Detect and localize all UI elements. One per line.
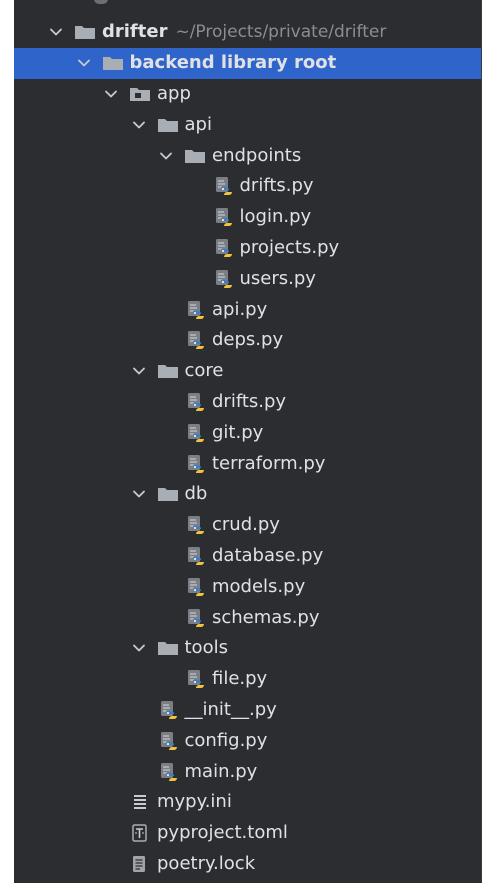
python-file-icon — [212, 237, 234, 259]
python-file-icon — [157, 761, 179, 783]
tree-item-label: endpoints — [212, 144, 302, 166]
chevron-down-icon[interactable] — [101, 84, 121, 104]
folder-icon — [184, 145, 206, 167]
chevron-down-icon[interactable] — [74, 53, 94, 73]
toml-file-icon — [129, 822, 151, 844]
tree-item[interactable]: db — [14, 479, 481, 510]
tree-item[interactable]: schemas.py — [14, 602, 481, 633]
python-file-icon — [184, 607, 206, 629]
tree-item[interactable]: main.py — [14, 756, 481, 787]
tree-item-label: schemas.py — [212, 606, 320, 628]
tree-item[interactable]: crud.py — [14, 510, 481, 541]
tree-item-label: db — [184, 483, 208, 505]
lock-file-icon — [129, 853, 151, 875]
folder-icon — [157, 114, 179, 136]
tree-item-label: terraform.py — [212, 452, 326, 474]
module-folder-icon — [129, 83, 151, 105]
tree-item[interactable]: api — [14, 109, 481, 140]
tree-item-label: crud.py — [212, 514, 280, 536]
tree-item-label: pyproject.toml — [157, 822, 288, 844]
python-file-icon — [184, 576, 206, 598]
python-file-icon — [157, 699, 179, 721]
tree-item-label: mypy.ini — [157, 791, 232, 813]
tree-item[interactable]: mypy.ini — [14, 787, 481, 818]
tree-item-label: git.py — [212, 421, 264, 443]
chevron-down-icon[interactable] — [129, 484, 149, 504]
python-file-icon — [184, 453, 206, 475]
python-file-icon — [184, 545, 206, 567]
project-tree[interactable]: drifter ~/Projects/private/drifter backe… — [14, 17, 481, 879]
python-file-icon — [212, 175, 234, 197]
tree-item-label: users.py — [239, 267, 316, 289]
tree-item[interactable]: endpoints — [14, 140, 481, 171]
tree-item-label: projects.py — [239, 236, 340, 258]
tree-item-label: main.py — [184, 760, 258, 782]
screenshot-frame: drifter ~/Projects/private/drifter backe… — [0, 0, 495, 883]
tree-item[interactable]: git.py — [14, 417, 481, 448]
tree-item[interactable]: deps.py — [14, 325, 481, 356]
tree-item[interactable]: models.py — [14, 571, 481, 602]
python-file-icon — [184, 391, 206, 413]
tree-item[interactable]: config.py — [14, 725, 481, 756]
folder-icon — [102, 52, 124, 74]
project-tool-window: drifter ~/Projects/private/drifter backe… — [14, 0, 482, 883]
tree-item-label: poetry.lock — [157, 852, 256, 874]
chevron-down-icon[interactable] — [156, 146, 176, 166]
tree-item[interactable]: projects.py — [14, 233, 481, 264]
root-folder-name: drifter — [102, 21, 168, 43]
python-file-icon — [212, 206, 234, 228]
tree-item[interactable]: database.py — [14, 541, 481, 572]
tree-item-label: backend library root — [129, 52, 337, 74]
tree-root-drifter[interactable]: drifter ~/Projects/private/drifter — [14, 17, 481, 48]
python-file-icon — [184, 514, 206, 536]
tree-item[interactable]: api.py — [14, 294, 481, 325]
tree-item[interactable]: tools — [14, 633, 481, 664]
tree-item-label: app — [157, 82, 191, 104]
tree-item[interactable]: drifts.py — [14, 171, 481, 202]
chevron-down-icon[interactable] — [46, 22, 66, 42]
tree-item[interactable]: backend library root — [14, 47, 481, 79]
tree-item[interactable]: pyproject.toml — [14, 818, 481, 849]
tree-item[interactable]: terraform.py — [14, 448, 481, 479]
folder-icon — [74, 21, 96, 43]
tree-item-label: __init__.py — [184, 698, 277, 720]
chevron-down-icon[interactable] — [129, 115, 149, 135]
tree-item-label: database.py — [212, 544, 324, 566]
python-file-icon — [184, 299, 206, 321]
tree-item[interactable]: core — [14, 356, 481, 387]
tree-item[interactable]: file.py — [14, 664, 481, 695]
python-file-icon — [184, 422, 206, 444]
tree-item-label: drifts.py — [239, 175, 314, 197]
tree-item[interactable]: drifts.py — [14, 387, 481, 418]
tree-item-label: login.py — [239, 206, 312, 228]
ini-file-icon — [129, 791, 151, 813]
root-folder-path: ~/Projects/private/drifter — [175, 22, 387, 43]
python-file-icon — [184, 329, 206, 351]
folder-icon — [157, 483, 179, 505]
tree-item-label: api.py — [212, 298, 268, 320]
tree-item-label: api — [184, 113, 212, 135]
python-file-icon — [184, 668, 206, 690]
tree-item-label: models.py — [212, 575, 306, 597]
tree-item-label: drifts.py — [212, 390, 287, 412]
python-file-icon — [212, 268, 234, 290]
chevron-down-icon[interactable] — [129, 361, 149, 381]
python-file-icon — [157, 730, 179, 752]
tree-item[interactable]: users.py — [14, 263, 481, 294]
chevron-down-icon[interactable] — [129, 638, 149, 658]
tree-item-label: deps.py — [212, 329, 284, 351]
tree-item-label: tools — [184, 637, 228, 659]
tree-item-label: file.py — [212, 668, 268, 690]
tree-item-label: core — [184, 360, 224, 382]
tree-item[interactable]: login.py — [14, 202, 481, 233]
tree-item[interactable]: app — [14, 79, 481, 110]
tree-item-label: config.py — [184, 729, 268, 751]
tree-item[interactable]: poetry.lock — [14, 849, 481, 880]
tree-item[interactable]: __init__.py — [14, 695, 481, 726]
clipped-toolbar-element — [94, 0, 108, 4]
folder-icon — [157, 360, 179, 382]
folder-icon — [157, 637, 179, 659]
